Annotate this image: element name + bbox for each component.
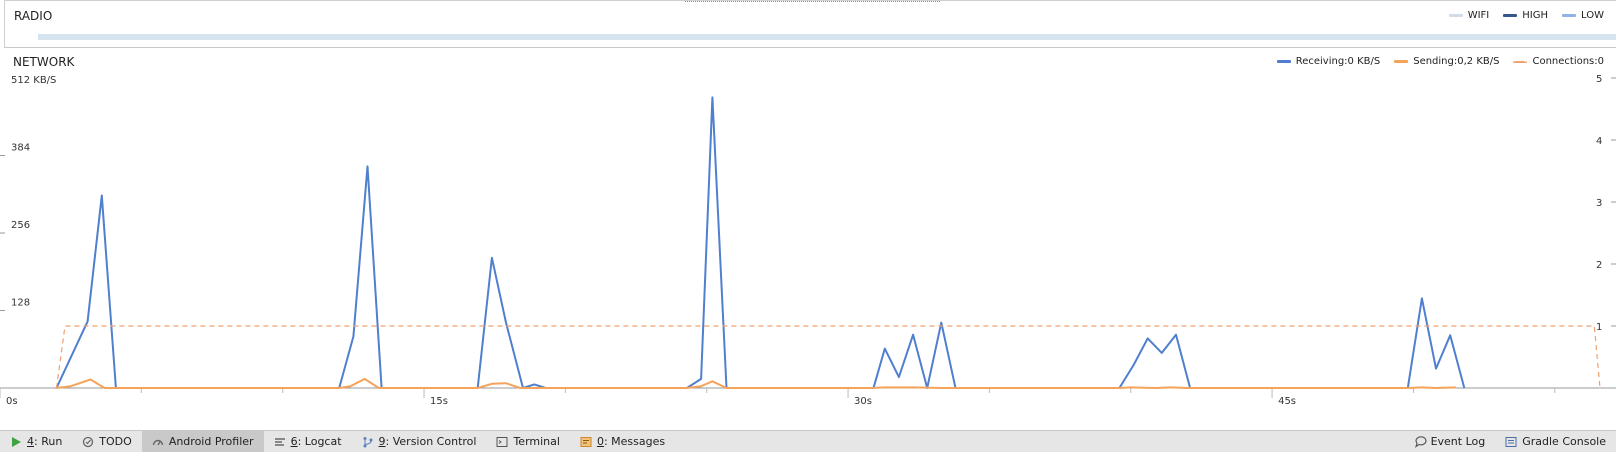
profiler-icon (152, 436, 164, 448)
y-left-tick-label: 128 (11, 298, 30, 309)
y-right-tick-label: 5 (1596, 74, 1602, 85)
x-tick-label: 45s (1278, 396, 1296, 407)
radio-state-bar (38, 34, 1616, 40)
radio-legend: WIFI HIGH LOW (1435, 10, 1604, 21)
tool-window-label: Event Log (1430, 435, 1486, 448)
tool-window-shortcut-number: 9 (378, 435, 386, 448)
network-legend-item: Receiving:0 KB/S (1276, 56, 1381, 67)
tool-window-label: Android Profiler (168, 435, 254, 448)
tool-window-todo-button[interactable]: TODO (72, 431, 142, 452)
y-right-tick-label: 3 (1596, 198, 1602, 209)
radio-legend-label: WIFI (1467, 10, 1490, 21)
tool-window-logcat-button[interactable]: 6: Logcat (264, 431, 352, 452)
tool-window-bar-left: 4: Run TODO Android Profiler 6: Logcat 9: Ve… (0, 431, 675, 452)
tool-window-shortcut-number: 6 (290, 435, 298, 448)
series-line-receiving (55, 96, 1466, 389)
network-panel: 0s 15s 30s 45s 512 KB/S 384 256 128 5 4 3 2 1 NETWOR… (0, 48, 1616, 430)
tool-window-event-log-button[interactable]: Event Log (1404, 431, 1496, 452)
series-line-sending (56, 377, 1456, 389)
tool-window-label: : Logcat (297, 435, 342, 448)
network-legend-label: Receiving:0 KB/S (1295, 56, 1381, 67)
gradle-console-icon (1505, 436, 1517, 448)
y-left-tick-label: 384 (11, 143, 30, 154)
network-chart[interactable]: 0s 15s 30s 45s 512 KB/S 384 256 128 5 4 3 2 1 (0, 48, 1616, 430)
network-legend-item: Sending:0,2 KB/S (1394, 56, 1499, 67)
network-legend-item: Connections:0 (1513, 56, 1604, 67)
x-tick-label: 0s (6, 396, 18, 407)
series-line-connections (55, 325, 1601, 389)
y-right-tick-label: 2 (1596, 260, 1602, 271)
radio-legend-item: LOW (1562, 10, 1604, 21)
tool-window-gradle-console-button[interactable]: Gradle Console (1495, 431, 1616, 452)
y-left-tick-label: 256 (11, 220, 30, 231)
radio-legend-item: HIGH (1503, 10, 1548, 21)
tool-window-bar-right: Event Log Gradle Console (1404, 431, 1616, 452)
tool-window-label: : Run (34, 435, 63, 448)
terminal-icon (496, 436, 508, 448)
tool-window-shortcut-number: 4 (27, 435, 34, 448)
radio-legend-swatch (1448, 14, 1463, 17)
tool-window-label: Gradle Console (1522, 435, 1606, 448)
x-tick-label: 15s (430, 396, 448, 407)
radio-panel: RADIO WIFI HIGH LOW (4, 0, 1616, 47)
y-left-axis-label: 512 KB/S (11, 75, 56, 86)
tool-window-label: TODO (99, 435, 132, 448)
run-icon (10, 436, 22, 448)
network-legend-swatch (1513, 60, 1528, 63)
y-right-tick-label: 4 (1596, 136, 1602, 147)
tool-window-shortcut-number: 0 (596, 435, 604, 448)
tool-window-bar: 4: Run TODO Android Profiler 6: Logcat 9: Ve… (0, 430, 1616, 452)
radio-legend-label: HIGH (1522, 10, 1549, 21)
tool-window-profiler-button[interactable]: Android Profiler (141, 431, 264, 452)
tool-window-label: : Messages (603, 435, 666, 448)
selection-range-marker[interactable] (685, 1, 940, 3)
radio-legend-item: WIFI (1448, 10, 1490, 21)
version-control-icon (362, 436, 374, 448)
tool-window-terminal-button[interactable]: Terminal (486, 431, 570, 452)
event-log-icon (1414, 435, 1427, 448)
network-legend-label: Connections:0 (1532, 56, 1604, 67)
network-legend: Receiving:0 KB/S Sending:0,2 KB/S Connecti… (1263, 56, 1604, 67)
tool-window-label: : Version Control (385, 435, 477, 448)
radio-legend-label: LOW (1581, 10, 1604, 21)
logcat-icon (274, 436, 286, 448)
tool-window-version-control-button[interactable]: 9: Version Control (352, 431, 487, 452)
radio-legend-swatch (1562, 14, 1577, 17)
tool-window-label: Terminal (513, 435, 560, 448)
todo-icon (82, 436, 94, 448)
messages-icon (580, 436, 592, 448)
x-tick-label: 30s (854, 396, 872, 407)
network-title: NETWORK (13, 55, 75, 69)
network-legend-swatch (1276, 60, 1291, 63)
tool-window-run-button[interactable]: 4: Run (0, 431, 72, 452)
radio-legend-swatch (1503, 14, 1518, 17)
y-right-tick-label: 1 (1596, 322, 1602, 333)
network-legend-swatch (1394, 60, 1409, 63)
radio-title: RADIO (14, 9, 53, 23)
network-legend-label: Sending:0,2 KB/S (1413, 56, 1500, 67)
tool-window-messages-button[interactable]: 0: Messages (570, 431, 675, 452)
